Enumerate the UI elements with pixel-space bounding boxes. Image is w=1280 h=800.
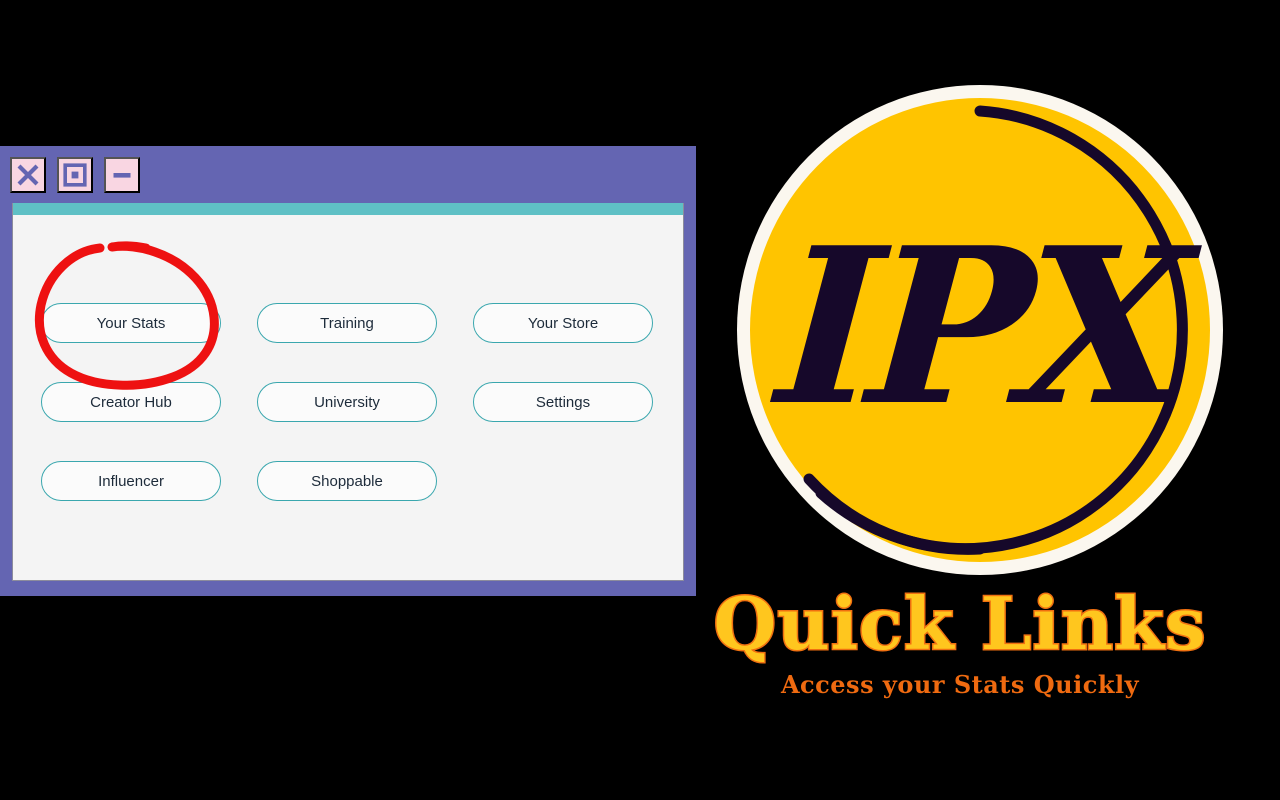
quick-links-grid: Your Stats Training Your Store Creator H… [41, 303, 653, 501]
screen-canvas: Your Stats Training Your Store Creator H… [0, 0, 1280, 800]
quick-link-shoppable[interactable]: Shoppable [257, 461, 437, 501]
quick-link-university[interactable]: University [257, 382, 437, 422]
page-subtitle: Access your Stats Quickly [780, 670, 1140, 699]
accent-bar [13, 203, 683, 215]
app-window: Your Stats Training Your Store Creator H… [0, 146, 696, 596]
minimize-dash-icon [110, 163, 134, 187]
ipx-logo: IPX [735, 83, 1225, 577]
quick-link-your-store[interactable]: Your Store [473, 303, 653, 343]
ipx-logo-wordmark: IPX [771, 199, 1189, 453]
close-button[interactable] [10, 157, 46, 193]
minimize-button[interactable] [104, 157, 140, 193]
quick-link-training[interactable]: Training [257, 303, 437, 343]
close-x-icon [16, 163, 40, 187]
maximize-square-icon [63, 163, 87, 187]
window-titlebar[interactable] [0, 146, 696, 203]
quick-link-influencer[interactable]: Influencer [41, 461, 221, 501]
quick-link-creator-hub[interactable]: Creator Hub [41, 382, 221, 422]
quick-link-settings[interactable]: Settings [473, 382, 653, 422]
page-title: Quick Links [712, 581, 1207, 666]
maximize-button[interactable] [57, 157, 93, 193]
headline-block: Quick Links Access your Stats Quickly [640, 581, 1280, 699]
quick-link-your-stats[interactable]: Your Stats [41, 303, 221, 343]
grid-empty-cell [473, 461, 653, 501]
window-content-panel: Your Stats Training Your Store Creator H… [12, 203, 684, 581]
window-controls [10, 157, 140, 193]
